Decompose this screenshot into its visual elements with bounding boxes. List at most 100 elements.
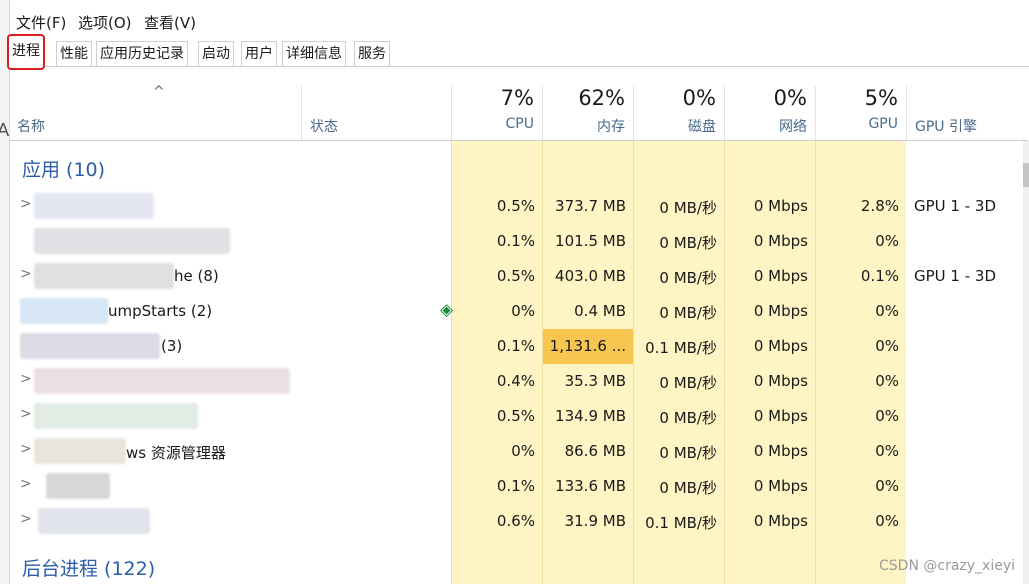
process-row[interactable]: 0.1% 101.5 MB 0 MB/秒 0 Mbps 0%	[10, 224, 1028, 259]
process-row[interactable]: > 0.5% 134.9 MB 0 MB/秒 0 Mbps 0%	[10, 399, 1028, 434]
tab-processes[interactable]: 进程	[7, 34, 45, 70]
mem-value: 31.9 MB	[564, 512, 626, 530]
tab-performance[interactable]: 性能	[56, 41, 92, 66]
vertical-scrollbar[interactable]	[1023, 141, 1029, 584]
cpu-value: 0.5%	[496, 407, 535, 425]
gpu-engine-value: GPU 1 - 3D	[914, 197, 997, 215]
col-mem[interactable]: 62% 内存	[542, 86, 633, 140]
net-value: 0 Mbps	[753, 442, 808, 460]
blurred-name	[34, 193, 154, 219]
process-name: umpStarts (2)	[108, 302, 213, 320]
group-background[interactable]: 后台进程 (122)	[22, 554, 155, 581]
expand-chevron-icon[interactable]: >	[20, 266, 32, 282]
expand-chevron-icon[interactable]: >	[20, 511, 32, 527]
tab-bar: 进程 性能 应用历史记录 启动 用户 详细信息 服务	[7, 34, 1029, 70]
process-row[interactable]: > 0.4% 35.3 MB 0 MB/秒 0 Mbps 0%	[10, 364, 1028, 399]
gpu-value: 0%	[875, 337, 899, 355]
mem-value: 133.6 MB	[555, 477, 626, 495]
blurred-name	[38, 508, 150, 534]
tab-details[interactable]: 详细信息	[282, 41, 346, 66]
net-value: 0 Mbps	[753, 232, 808, 250]
window-left-edge: A	[0, 0, 10, 584]
gpu-engine-label: GPU 引擎	[915, 119, 977, 135]
mem-label: 内存	[597, 119, 625, 135]
mem-value: 134.9 MB	[555, 407, 626, 425]
group-apps[interactable]: 应用 (10)	[22, 155, 105, 182]
disk-value: 0 MB/秒	[659, 304, 717, 322]
cpu-total: 7%	[500, 86, 534, 110]
tab-users[interactable]: 用户	[241, 41, 277, 66]
expand-chevron-icon[interactable]: >	[20, 371, 32, 387]
process-name: he (8)	[174, 267, 219, 285]
col-cpu[interactable]: 7% CPU	[451, 86, 542, 140]
blurred-name	[20, 333, 160, 359]
menu-bar: 文件(F) 选项(O) 查看(V)	[10, 0, 1029, 36]
tab-app-history[interactable]: 应用历史记录	[96, 41, 188, 66]
gpu-value: 0%	[875, 407, 899, 425]
expand-chevron-icon[interactable]: >	[20, 406, 32, 422]
cpu-value: 0%	[511, 302, 535, 320]
net-label: 网络	[779, 119, 807, 135]
expand-chevron-icon[interactable]: >	[20, 196, 32, 212]
expand-chevron-icon[interactable]: >	[20, 441, 32, 457]
watermark: CSDN @crazy_xieyi	[879, 558, 1015, 574]
process-name: (3)	[161, 337, 183, 355]
process-row[interactable]: > 0.6% 31.9 MB 0.1 MB/秒 0 Mbps 0%	[10, 504, 1028, 539]
gpu-label: GPU	[868, 116, 898, 132]
tab-startup[interactable]: 启动	[198, 41, 234, 66]
gpu-value: 2.8%	[860, 197, 899, 215]
cpu-value: 0.4%	[496, 372, 535, 390]
cpu-value: 0.1%	[496, 477, 535, 495]
net-value: 0 Mbps	[753, 267, 808, 285]
net-total: 0%	[773, 86, 807, 110]
disk-label: 磁盘	[688, 119, 716, 135]
disk-value: 0 MB/秒	[659, 444, 717, 462]
gpu-value: 0%	[875, 232, 899, 250]
cpu-value: 0.5%	[496, 197, 535, 215]
col-net[interactable]: 0% 网络	[724, 86, 815, 140]
mem-value: 35.3 MB	[564, 372, 626, 390]
process-row[interactable]: > ws 资源管理器 0% 86.6 MB 0 MB/秒 0 Mbps 0%	[10, 434, 1028, 469]
mem-value: 0.4 MB	[574, 302, 626, 320]
gpu-engine-value: GPU 1 - 3D	[914, 267, 997, 285]
disk-value: 0.1 MB/秒	[645, 339, 717, 357]
cpu-value: 0%	[511, 442, 535, 460]
process-row[interactable]: (3) 0.1% 1,131.6 ... 0.1 MB/秒 0 Mbps 0%	[10, 329, 1028, 364]
gpu-value: 0%	[875, 477, 899, 495]
disk-value: 0 MB/秒	[659, 234, 717, 252]
disk-value: 0 MB/秒	[659, 374, 717, 392]
col-status-header[interactable]: 状态	[301, 86, 452, 140]
tab-services[interactable]: 服务	[354, 41, 390, 66]
disk-value: 0 MB/秒	[659, 269, 717, 287]
cpu-value: 0.6%	[496, 512, 535, 530]
gpu-value: 0.1%	[860, 267, 899, 285]
col-name[interactable]: 名称	[17, 116, 45, 136]
col-gpu[interactable]: 5% GPU	[815, 86, 906, 140]
sort-up-icon: ^	[153, 84, 165, 100]
cpu-label: CPU	[505, 116, 534, 132]
col-gpu-engine[interactable]: GPU 引擎	[906, 86, 1029, 140]
process-row[interactable]: > he (8) 0.5% 403.0 MB 0 MB/秒 0 Mbps 0.1…	[10, 259, 1028, 294]
scrollbar-thumb[interactable]	[1023, 163, 1029, 187]
expand-chevron-icon[interactable]: >	[20, 476, 32, 492]
blurred-name	[34, 368, 290, 394]
menu-view[interactable]: 查看(V)	[144, 12, 196, 33]
net-value: 0 Mbps	[753, 197, 808, 215]
mem-value: 1,131.6 ...	[549, 337, 626, 355]
gpu-value: 0%	[875, 442, 899, 460]
gpu-value: 0%	[875, 512, 899, 530]
cpu-value: 0.1%	[496, 232, 535, 250]
mem-value: 403.0 MB	[555, 267, 626, 285]
menu-file[interactable]: 文件(F)	[16, 12, 66, 33]
column-header: ^ 名称 状态 7% CPU 62% 内存 0% 磁盘 0% 网络 5% GPU…	[10, 84, 1029, 141]
disk-total: 0%	[682, 86, 716, 110]
cropped-glyph: A	[0, 120, 10, 141]
col-disk[interactable]: 0% 磁盘	[633, 86, 724, 140]
mem-value: 373.7 MB	[555, 197, 626, 215]
menu-options[interactable]: 选项(O)	[78, 12, 132, 33]
process-row[interactable]: > 0.1% 133.6 MB 0 MB/秒 0 Mbps 0%	[10, 469, 1028, 504]
gpu-value: 0%	[875, 302, 899, 320]
process-row[interactable]: umpStarts (2) ◈ 0% 0.4 MB 0 MB/秒 0 Mbps …	[10, 294, 1028, 329]
process-row[interactable]: > 0.5% 373.7 MB 0 MB/秒 0 Mbps 2.8% GPU 1…	[10, 189, 1028, 224]
cpu-value: 0.5%	[496, 267, 535, 285]
